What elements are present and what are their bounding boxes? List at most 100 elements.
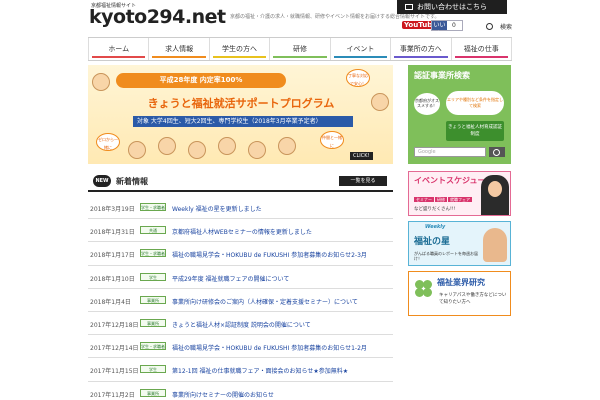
nav-item[interactable]: 研修 [270, 38, 331, 60]
news-date: 2017年11月2日 [90, 391, 135, 399]
news-row: 2018年1月31日 共通 京都府福祉人材WEBセミナーの情報を更新しました [88, 219, 393, 243]
character-illustration [278, 137, 296, 155]
banner-ribbon: 平成28年度 内定率100% [116, 73, 286, 88]
character-illustration [188, 141, 206, 159]
banner-bubble: 丁寧な対応で安心！ [346, 69, 370, 87]
news-category-tag: 学生・求職者 [140, 342, 166, 351]
site-tagline: 京都の福祉・介護の求人・就職情報、研修やイベント情報をお届けする総合情報サイトで… [230, 14, 440, 20]
weekly-title: 福祉の星 [414, 237, 451, 247]
certification-badge[interactable]: きょうと福祉人材育成認証制度 [446, 121, 504, 141]
news-category-tag: 事業所 [140, 295, 166, 304]
new-badge: NEW [93, 175, 111, 187]
character-illustration [158, 137, 176, 155]
nav-item[interactable]: イベント [331, 38, 392, 60]
clover-icon [415, 280, 433, 306]
person-photo [481, 175, 509, 215]
search-link[interactable]: 検索 [500, 22, 512, 31]
banner-bubble: 仲間と一緒に [320, 131, 344, 149]
character-illustration [128, 141, 146, 159]
news-title: 新着情報 [116, 177, 148, 186]
research-title: 福祉業界研究 [437, 278, 485, 287]
facebook-like-label: いいね [432, 21, 447, 38]
news-date: 2017年12月14日 [90, 345, 139, 353]
news-link[interactable]: 平成29年度 福祉就職フェアの開催について [172, 274, 390, 283]
news-category-tag: 事業所 [140, 388, 166, 397]
google-search-input[interactable]: Google [414, 147, 486, 157]
news-row: 2018年1月10日 学生 平成29年度 福祉就職フェアの開催について [88, 266, 393, 289]
facebook-like-count: 0 [452, 22, 456, 29]
news-category-tag: 学生 [140, 365, 166, 374]
news-row: 2018年1月17日 学生・求職者 福祉の職場見学会・HOKUBU de FUKUS… [88, 242, 393, 266]
character-illustration [248, 141, 266, 159]
news-date: 2018年1月31日 [90, 229, 135, 237]
news-date: 2017年12月18日 [90, 321, 139, 329]
news-link[interactable]: 福祉の職場見学会・HOKUBU de FUKUSHI 参加者募集のお知らせ1-2… [172, 343, 390, 352]
news-link[interactable]: きょうと福祉人材×認証制度 説明会の開催について [172, 320, 390, 329]
office-search-title: 認証事業所検索 [414, 71, 470, 80]
news-row: 2017年11月2日 事業所 事業所向けセミナーの開催のお知らせ [88, 382, 393, 400]
mail-icon [405, 4, 413, 10]
character-illustration [92, 73, 110, 91]
weekly-kicker: Weekly [425, 224, 446, 230]
character-illustration [218, 137, 236, 155]
news-list: 2018年3月19日 学生・求職者 Weekly 福祉の星を更新しました 2018年1… [88, 196, 393, 400]
support-program-banner[interactable]: 平成28年度 内定率100% きょうと福祉就活サポートプログラム 対象 大学4回… [88, 65, 393, 164]
research-note: キャリアパスや働き方などについて知りたい方へ [439, 293, 507, 305]
news-link[interactable]: 事業所向け研修会のご案内（人材確保・定着支援セミナー）について [172, 297, 390, 306]
news-row: 2017年11月15日 学生 第12-1回 福祉の仕事就職フェア・面接会のお知らせ★… [88, 358, 393, 382]
nav-item[interactable]: ホーム [88, 38, 150, 60]
news-category-tag: 学生・求職者 [140, 249, 166, 258]
site-logo[interactable]: kyoto294.net [89, 6, 226, 28]
news-link[interactable]: 京都府福祉人材WEBセミナーの情報を更新しました [172, 227, 390, 236]
nav-item[interactable]: 学生の方へ [210, 38, 271, 60]
news-row: 2017年12月18日 事業所 きょうと福祉人材×認証制度 説明会の開催について [88, 312, 393, 336]
contact-label: お問い合わせはこちら [417, 3, 487, 11]
event-tags: セミナー 研修 就職フェア [414, 197, 473, 203]
news-category-tag: 共通 [140, 226, 166, 235]
event-tag: セミナー [414, 197, 434, 202]
recommend-balloon: 京都府がオススメする！ [414, 93, 440, 115]
news-category-tag: 事業所 [140, 318, 166, 327]
nav-item[interactable]: 求人情報 [149, 38, 210, 60]
banner-title: きょうと福祉就活サポートプログラム [147, 97, 335, 110]
news-more-button[interactable]: 一覧を見る [339, 176, 387, 186]
news-row: 2018年3月19日 学生・求職者 Weekly 福祉の星を更新しました [88, 196, 393, 220]
news-row: 2018年1月4日 事業所 事業所向け研修会のご案内（人材確保・定着支援セミナー）に… [88, 289, 393, 312]
news-header: NEW 新着情報 一覧を見る [88, 172, 393, 192]
event-tag: 研修 [435, 197, 447, 202]
weekly-star-banner[interactable]: Weekly 福祉の星 がんばる職員のレポートを毎週お届け！ [408, 221, 511, 266]
news-date: 2018年1月17日 [90, 252, 135, 260]
news-category-tag: 学生 [140, 272, 166, 281]
contact-button[interactable]: お問い合わせはこちら [397, 0, 507, 14]
news-link[interactable]: 第12-1回 福祉の仕事就職フェア・面接会のお知らせ★参加無料★ [172, 366, 390, 375]
nav-item[interactable]: 事業所の方へ [391, 38, 452, 60]
main-nav: ホーム 求人情報 学生の方へ 研修 イベント 事業所の方へ 福祉の仕事 [88, 37, 512, 61]
event-schedule-banner[interactable]: イベントスケジュール セミナー 研修 就職フェア など盛りだくさん!!! [408, 171, 511, 216]
nav-item[interactable]: 福祉の仕事 [452, 38, 512, 60]
facebook-like-button[interactable]: いいね 0 [431, 20, 463, 38]
news-date: 2018年1月4日 [90, 298, 131, 306]
banner-click-label: CLICK! [350, 152, 373, 160]
banner-bubble: ゼロから一緒に [96, 133, 120, 151]
news-link[interactable]: Weekly 福祉の星を更新しました [172, 204, 390, 213]
news-row: 2017年12月14日 学生・求職者 福祉の職場見学会・HOKUBU de FUKU… [88, 335, 393, 359]
event-tag: 就職フェア [448, 197, 472, 202]
news-category-tag: 学生・求職者 [140, 203, 166, 211]
search-icon[interactable] [486, 23, 493, 30]
site-header: 京都福祉情報サイト kyoto294.net 京都の福祉・介護の求人・就職情報、… [0, 0, 600, 38]
page: 京都福祉情報サイト kyoto294.net 京都の福祉・介護の求人・就職情報、… [0, 0, 600, 400]
industry-research-banner[interactable]: 福祉業界研究 キャリアパスや働き方などについて知りたい方へ [408, 271, 511, 316]
news-date: 2018年1月10日 [90, 275, 135, 283]
banner-target: 対象 大学4回生、短大2回生、専門学校生（2018年3月卒業予定者） [133, 116, 353, 127]
search-condition-pill[interactable]: エリアや種別など条件を指定して検索 [446, 91, 504, 115]
character-illustration [371, 93, 389, 111]
news-date: 2018年3月19日 [90, 206, 135, 213]
news-link[interactable]: 福祉の職場見学会・HOKUBU de FUKUSHI 参加者募集のお知らせ2-3… [172, 250, 390, 259]
google-search-button[interactable] [489, 147, 505, 157]
news-link[interactable]: 事業所向けセミナーの開催のお知らせ [172, 390, 390, 399]
event-note: など盛りだくさん!!! [414, 207, 456, 212]
certified-office-search-panel: 認証事業所検索 京都府がオススメする！ エリアや種別など条件を指定して検索 きょ… [408, 65, 511, 164]
person-photo [483, 228, 507, 262]
weekly-note: がんばる職員のレポートを毎週お届け！ [414, 251, 478, 261]
news-date: 2017年11月15日 [90, 368, 139, 376]
